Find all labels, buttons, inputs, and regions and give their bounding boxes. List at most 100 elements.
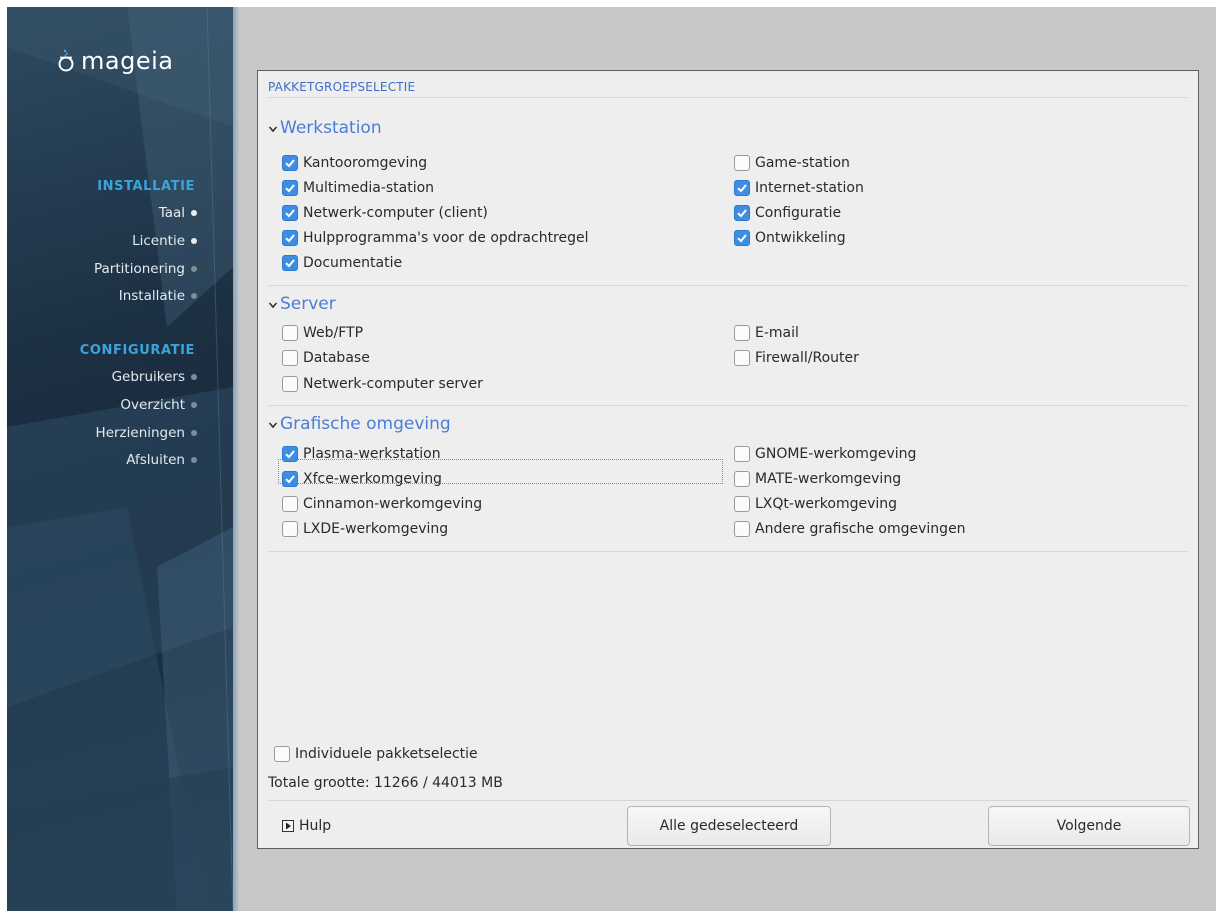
footer-divider (268, 800, 1188, 801)
option-label: Database (303, 350, 370, 366)
option-label: Hulpprogramma's voor de opdrachtregel (303, 230, 589, 246)
checkbox-checked[interactable] (734, 230, 750, 246)
mageia-logo: mageia (57, 47, 173, 75)
option-label: LXDE-werkomgeving (303, 521, 449, 537)
option-gnome-werkomgeving[interactable]: GNOME-werkomgeving (734, 443, 916, 465)
checkbox-checked[interactable] (282, 446, 298, 462)
checkbox-checked[interactable] (282, 155, 298, 171)
group-grafische-omgeving-header[interactable]: Grafische omgeving (268, 414, 451, 434)
nav-item-licentie: Licentie (132, 233, 197, 249)
help-toggle[interactable]: Hulp (282, 818, 331, 834)
option-individuele-pakketselectie[interactable]: Individuele pakketselectie (274, 743, 478, 765)
option-label: Firewall/Router (755, 350, 859, 366)
mageia-cauldron-icon (57, 49, 75, 73)
checkbox-unchecked[interactable] (734, 496, 750, 512)
group-server-header[interactable]: Server (268, 294, 336, 314)
sidebar-background-art (7, 7, 233, 911)
checkbox-unchecked[interactable] (734, 350, 750, 366)
checkbox-unchecked[interactable] (282, 350, 298, 366)
option-web-ftp[interactable]: Web/FTP (282, 322, 363, 344)
nav-item-herzieningen: Herzieningen (96, 425, 197, 441)
checkbox-unchecked[interactable] (282, 325, 298, 341)
option-label: Web/FTP (303, 325, 364, 341)
option-configuratie[interactable]: Configuratie (734, 202, 841, 224)
checkbox-unchecked[interactable] (274, 746, 290, 762)
option-label: Internet-station (755, 180, 864, 196)
chevron-down-icon (268, 302, 278, 309)
step-pending-dot-icon (191, 457, 197, 463)
option-netwerk-computer-server[interactable]: Netwerk-computer server (282, 373, 483, 395)
checkbox-checked[interactable] (282, 230, 298, 246)
option-label: Configuratie (755, 205, 842, 221)
option-label: LXQt-werkomgeving (755, 496, 898, 512)
option-firewall-router[interactable]: Firewall/Router (734, 347, 859, 369)
group-title: Grafische omgeving (280, 414, 451, 434)
checkmark-icon (285, 475, 295, 484)
checkmark-icon (285, 450, 295, 459)
next-button[interactable]: Volgende (988, 806, 1190, 846)
option-label: Cinnamon-werkomgeving (303, 496, 483, 512)
option-label: Kantooromgeving (303, 155, 428, 171)
checkmark-icon (737, 184, 747, 193)
step-pending-dot-icon (191, 293, 197, 299)
option-ontwikkeling[interactable]: Ontwikkeling (734, 227, 846, 249)
option-plasma-werkstation[interactable]: Plasma-werkstation (282, 443, 441, 465)
help-label: Hulp (299, 818, 332, 834)
checkmark-icon (285, 259, 295, 268)
option-hulpprogrammas[interactable]: Hulpprogramma's voor de opdrachtregel (282, 227, 589, 249)
option-documentatie[interactable]: Documentatie (282, 252, 402, 274)
option-cinnamon-werkomgeving[interactable]: Cinnamon-werkomgeving (282, 493, 482, 515)
option-lxde-werkomgeving[interactable]: LXDE-werkomgeving (282, 518, 448, 540)
option-multimedia-station[interactable]: Multimedia-station (282, 177, 434, 199)
panel-title: PAKKETGROEPSELECTIE (268, 80, 416, 94)
option-label: Andere grafische omgevingen (755, 521, 966, 537)
checkbox-unchecked[interactable] (282, 496, 298, 512)
nav-item-installatie: Installatie (119, 288, 197, 304)
checkbox-checked[interactable] (282, 180, 298, 196)
checkbox-unchecked[interactable] (734, 521, 750, 537)
nav-item-label: Taal (158, 205, 185, 221)
step-done-dot-icon (191, 210, 197, 216)
option-internet-station[interactable]: Internet-station (734, 177, 864, 199)
option-lxqt-werkomgeving[interactable]: LXQt-werkomgeving (734, 493, 897, 515)
checkbox-unchecked[interactable] (734, 471, 750, 487)
checkbox-unchecked[interactable] (282, 376, 298, 392)
option-netwerk-computer-client[interactable]: Netwerk-computer (client) (282, 202, 488, 224)
option-kantooromgeving[interactable]: Kantooromgeving (282, 152, 427, 174)
nav-item-label: Installatie (118, 288, 185, 304)
option-database[interactable]: Database (282, 347, 370, 369)
checkbox-checked[interactable] (282, 205, 298, 221)
step-pending-dot-icon (191, 402, 197, 408)
option-andere-grafische-omgevingen[interactable]: Andere grafische omgevingen (734, 518, 966, 540)
option-label: Individuele pakketselectie (295, 746, 478, 762)
group-divider (268, 405, 1188, 406)
nav-item-partitionering: Partitionering (94, 261, 197, 277)
chevron-down-icon (268, 422, 278, 429)
option-mate-werkomgeving[interactable]: MATE-werkomgeving (734, 468, 901, 490)
group-werkstation-header[interactable]: Werkstation (268, 118, 382, 138)
option-e-mail[interactable]: E-mail (734, 322, 799, 344)
nav-section-configuratie: CONFIGURATIE (79, 343, 195, 358)
checkbox-checked[interactable] (282, 471, 298, 487)
checkbox-unchecked[interactable] (734, 446, 750, 462)
option-label: E-mail (755, 325, 799, 341)
option-label: Ontwikkeling (755, 230, 846, 246)
nav-item-label: Afsluiten (126, 452, 185, 468)
group-divider (268, 285, 1188, 286)
option-label: Multimedia-station (303, 180, 435, 196)
option-label: Xfce-werkomgeving (303, 471, 442, 487)
checkbox-checked[interactable] (734, 205, 750, 221)
option-label: Plasma-werkstation (303, 446, 441, 462)
checkbox-unchecked[interactable] (282, 521, 298, 537)
option-game-station[interactable]: Game-station (734, 152, 850, 174)
group-title: Server (280, 294, 336, 314)
checkbox-checked[interactable] (734, 180, 750, 196)
option-xfce-werkomgeving[interactable]: Xfce-werkomgeving (282, 468, 442, 490)
step-pending-dot-icon (191, 266, 197, 272)
step-pending-dot-icon (191, 374, 197, 380)
checkbox-checked[interactable] (282, 255, 298, 271)
nav-item-gebruikers: Gebruikers (112, 369, 197, 385)
deselect-all-button[interactable]: Alle gedeselecteerd (627, 806, 831, 846)
checkbox-unchecked[interactable] (734, 155, 750, 171)
checkbox-unchecked[interactable] (734, 325, 750, 341)
